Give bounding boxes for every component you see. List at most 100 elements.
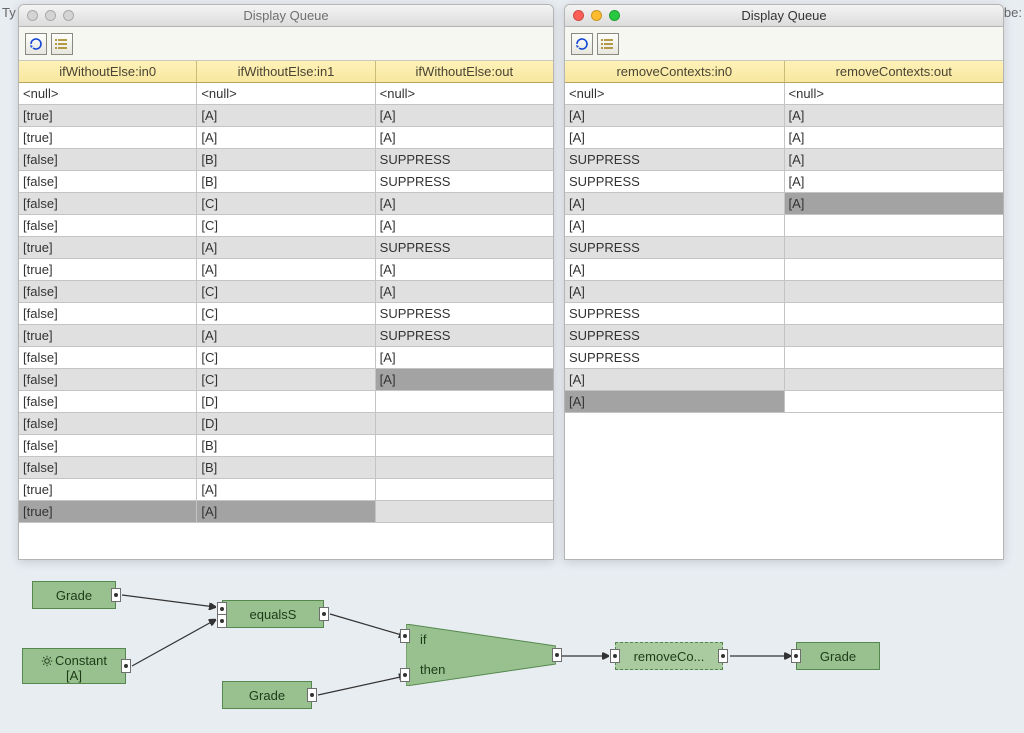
table-cell: [A] [565,105,785,126]
queue-grid[interactable]: <null><null><null>[true][A][A][true][A][… [19,83,553,559]
column-header[interactable]: ifWithoutElse:in1 [197,61,375,82]
constant-value: [A] [66,668,82,683]
table-row[interactable]: [A] [565,369,1003,391]
table-cell: [true] [19,259,197,280]
queue-grid[interactable]: <null><null>[A][A][A][A]SUPPRESS[A]SUPPR… [565,83,1003,559]
minimize-icon[interactable] [45,10,56,21]
table-cell: [A] [565,215,785,236]
table-row[interactable]: SUPPRESS [565,347,1003,369]
port-in[interactable] [400,629,410,643]
node-grade-source[interactable]: Grade [32,581,116,609]
table-row[interactable]: [A][A] [565,193,1003,215]
table-row[interactable]: [true][A][A] [19,105,553,127]
port-out[interactable] [307,688,317,702]
port-in[interactable] [791,649,801,663]
table-row[interactable]: SUPPRESS[A] [565,149,1003,171]
mapping-canvas[interactable]: Grade Constant [A] equalsS Grade if then… [0,568,1024,733]
table-row[interactable]: [false][C]SUPPRESS [19,303,553,325]
table-row[interactable]: [A][A] [565,105,1003,127]
table-row[interactable]: [false][C][A] [19,281,553,303]
table-row[interactable]: [false][C][A] [19,193,553,215]
table-cell: [false] [19,149,197,170]
table-row[interactable]: [false][C][A] [19,347,553,369]
table-cell [785,215,1004,236]
table-row[interactable]: [true][A] [19,501,553,523]
close-icon[interactable] [573,10,584,21]
table-row[interactable]: SUPPRESS[A] [565,171,1003,193]
node-remove-contexts[interactable]: removeCo... [615,642,723,670]
table-row[interactable]: [false][C][A] [19,215,553,237]
column-headers: ifWithoutElse:in0 ifWithoutElse:in1 ifWi… [19,61,553,83]
table-row[interactable]: [true][A][A] [19,259,553,281]
table-cell: [false] [19,435,197,456]
table-row[interactable]: [true][A]SUPPRESS [19,237,553,259]
table-cell [785,281,1004,302]
table-cell: [B] [197,171,375,192]
table-row[interactable]: SUPPRESS [565,325,1003,347]
traffic-lights[interactable] [573,10,620,21]
table-row[interactable]: [A] [565,281,1003,303]
list-button[interactable] [597,33,619,55]
port-in[interactable] [217,614,227,628]
table-row[interactable]: [A][A] [565,127,1003,149]
column-header[interactable]: removeContexts:out [785,61,1004,82]
port-out[interactable] [319,607,329,621]
node-constant[interactable]: Constant [A] [22,648,126,684]
refresh-button[interactable] [571,33,593,55]
titlebar[interactable]: Display Queue [19,5,553,27]
table-row[interactable]: [A] [565,259,1003,281]
table-row[interactable]: [false][D] [19,391,553,413]
if-label: if [420,632,427,647]
refresh-button[interactable] [25,33,47,55]
column-header[interactable]: ifWithoutElse:in0 [19,61,197,82]
titlebar[interactable]: Display Queue [565,5,1003,27]
traffic-lights[interactable] [27,10,74,21]
close-icon[interactable] [27,10,38,21]
table-cell [376,501,553,522]
minimize-icon[interactable] [591,10,602,21]
port-out[interactable] [552,648,562,662]
table-cell: [A] [376,281,553,302]
table-cell: [C] [197,369,375,390]
table-row[interactable]: [false][B]SUPPRESS [19,149,553,171]
table-row[interactable]: [A] [565,391,1003,413]
table-row[interactable]: [A] [565,215,1003,237]
table-row[interactable]: [true][A][A] [19,127,553,149]
table-row[interactable]: [false][B]SUPPRESS [19,171,553,193]
table-cell: [A] [376,369,553,390]
table-cell: <null> [376,83,553,104]
table-row[interactable]: [false][B] [19,457,553,479]
port-out[interactable] [111,588,121,602]
node-grade-then[interactable]: Grade [222,681,312,709]
zoom-icon[interactable] [63,10,74,21]
table-row[interactable]: [false][D] [19,413,553,435]
port-out[interactable] [718,649,728,663]
node-label: removeCo... [634,649,705,664]
table-row[interactable]: [false][C][A] [19,369,553,391]
node-equalss[interactable]: equalsS [222,600,324,628]
node-if-then[interactable]: if then [406,624,556,686]
table-row[interactable]: [true][A]SUPPRESS [19,325,553,347]
zoom-icon[interactable] [609,10,620,21]
port-out[interactable] [121,659,131,673]
column-header[interactable]: ifWithoutElse:out [376,61,553,82]
table-row[interactable]: <null><null><null> [19,83,553,105]
bg-text: be: [1002,4,1024,21]
table-cell: [A] [197,259,375,280]
column-header[interactable]: removeContexts:in0 [565,61,785,82]
list-button[interactable] [51,33,73,55]
table-row[interactable]: SUPPRESS [565,237,1003,259]
node-grade-target[interactable]: Grade [796,642,880,670]
table-cell: SUPPRESS [376,149,553,170]
table-cell: [A] [785,127,1004,148]
table-cell: SUPPRESS [565,171,785,192]
column-headers: removeContexts:in0 removeContexts:out [565,61,1003,83]
port-in[interactable] [400,668,410,682]
port-in[interactable] [610,649,620,663]
table-cell: [C] [197,193,375,214]
table-row[interactable]: [true][A] [19,479,553,501]
table-row[interactable]: SUPPRESS [565,303,1003,325]
table-cell: SUPPRESS [565,325,785,346]
table-row[interactable]: [false][B] [19,435,553,457]
table-row[interactable]: <null><null> [565,83,1003,105]
